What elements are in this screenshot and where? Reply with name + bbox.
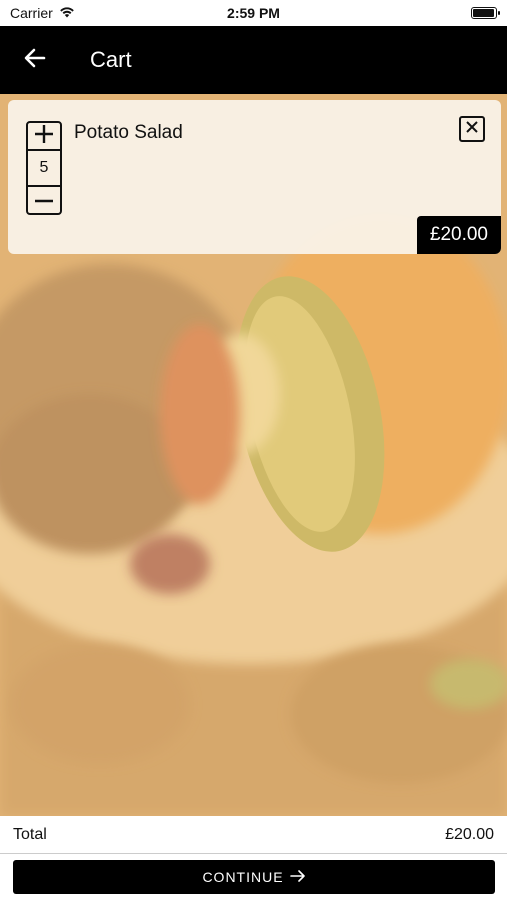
navigation-bar: Cart [0, 26, 507, 94]
carrier-label: Carrier [10, 5, 53, 21]
status-bar: Carrier 2:59 PM [0, 0, 507, 26]
status-left: Carrier [10, 5, 75, 21]
continue-button[interactable]: CONTINUE [13, 860, 495, 894]
battery-icon [471, 7, 500, 19]
item-price: £20.00 [416, 216, 501, 254]
total-label: Total [13, 825, 47, 843]
close-icon [465, 120, 479, 139]
minus-icon [34, 191, 54, 209]
remove-item-button[interactable] [459, 116, 485, 142]
status-time: 2:59 PM [227, 5, 280, 21]
decrease-quantity-button[interactable] [26, 185, 62, 215]
cart-item-card: 5 Potato Salad £20.00 [8, 100, 501, 254]
continue-label: CONTINUE [202, 869, 284, 885]
total-row: Total £20.00 [0, 816, 507, 854]
battery-tip [498, 11, 500, 15]
wifi-icon [59, 5, 75, 21]
back-button[interactable] [0, 26, 70, 94]
battery-level [473, 9, 494, 17]
item-name: Potato Salad [74, 122, 183, 143]
quantity-value: 5 [26, 151, 62, 185]
page-title: Cart [90, 47, 132, 72]
plus-icon [34, 124, 54, 149]
cart-content: 5 Potato Salad £20.00 [0, 94, 507, 816]
increase-quantity-button[interactable] [26, 121, 62, 151]
arrow-right-icon [289, 869, 306, 885]
total-value: £20.00 [445, 825, 494, 843]
arrow-left-icon [24, 48, 46, 73]
